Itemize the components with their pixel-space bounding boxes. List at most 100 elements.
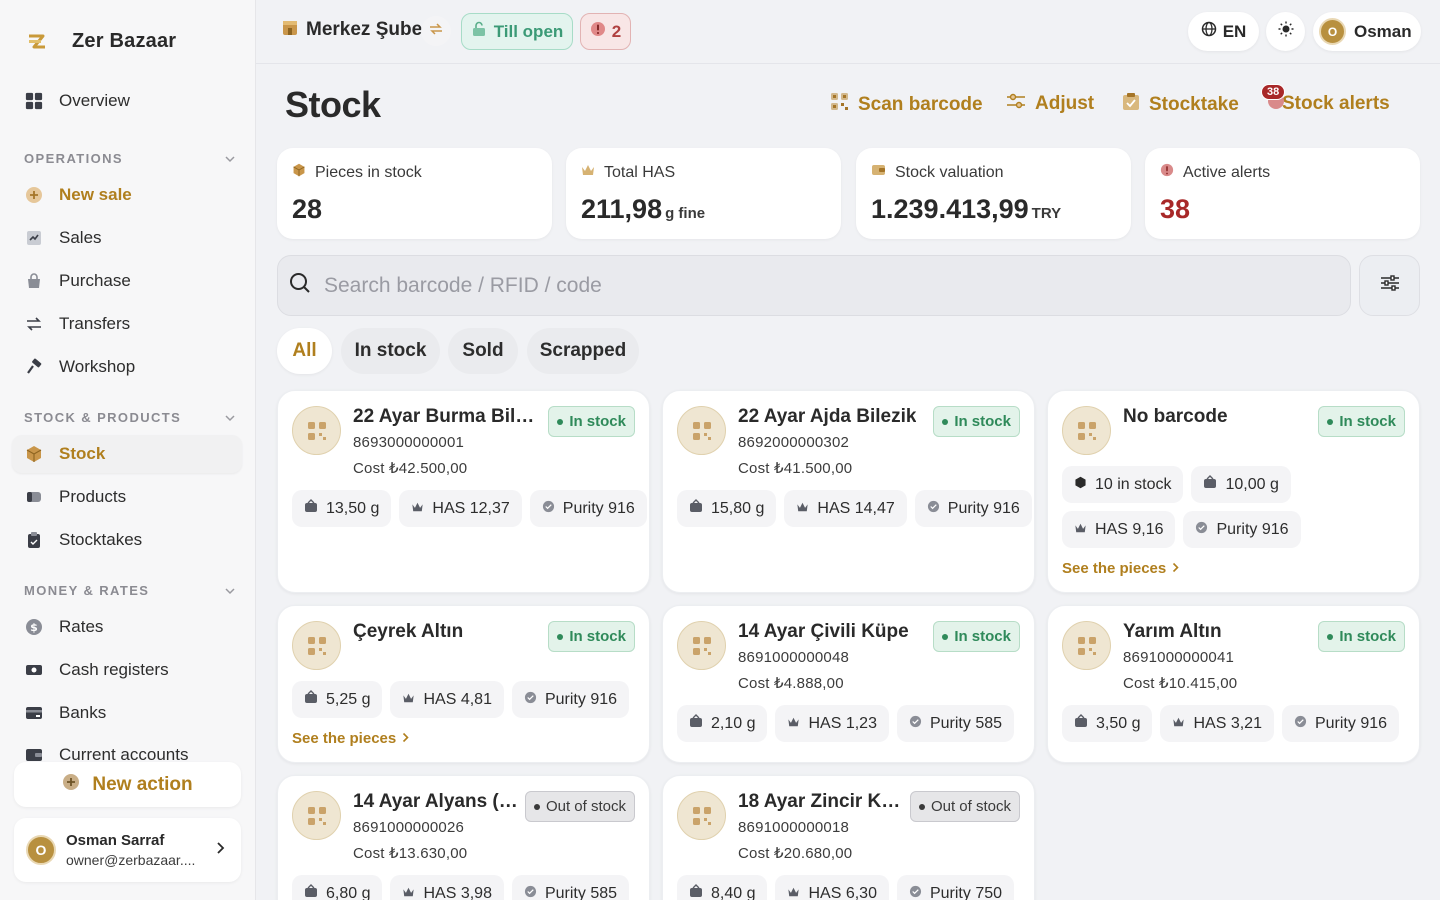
bank-card-icon xyxy=(25,704,43,722)
tab-sold[interactable]: Sold xyxy=(448,328,518,374)
product-title: 22 Ayar Ajda Bilezik xyxy=(738,406,917,427)
theme-toggle-button[interactable] xyxy=(1266,12,1305,51)
section-money-rates[interactable]: MONEY & RATES xyxy=(24,583,236,598)
section-operations[interactable]: OPERATIONS xyxy=(24,151,236,166)
sidebar: Zer Bazaar Overview OPERATIONS New sale … xyxy=(0,0,256,900)
see-pieces-label: See the pieces xyxy=(1062,560,1167,577)
search-input[interactable]: Search barcode / RFID / code xyxy=(277,255,1351,316)
till-status-button[interactable]: Till open xyxy=(461,13,573,50)
clipboard-check-icon xyxy=(1122,92,1140,117)
chip-label: HAS 3,21 xyxy=(1193,714,1262,732)
sidebar-item-products[interactable]: Products xyxy=(12,478,242,516)
adjust-button[interactable]: Adjust xyxy=(1006,92,1094,116)
stat-label: Total HAS xyxy=(604,163,676,181)
product-thumb-icon xyxy=(292,406,341,455)
status-badge: Out of stock xyxy=(524,791,635,822)
status-label: In stock xyxy=(1339,628,1396,645)
sidebar-item-sales[interactable]: Sales xyxy=(12,219,242,257)
product-card[interactable]: 18 Ayar Zincir Kol... Out of stock 86910… xyxy=(662,775,1035,900)
see-pieces-label: See the pieces xyxy=(292,730,397,747)
badge-icon xyxy=(927,500,940,518)
sidebar-item-stock[interactable]: Stock xyxy=(12,435,242,473)
status-badge: In stock xyxy=(933,406,1020,437)
alert-circle-icon xyxy=(590,21,606,42)
new-action-button[interactable]: New action xyxy=(14,762,241,807)
section-label: MONEY & RATES xyxy=(24,583,150,598)
sun-icon xyxy=(1278,21,1294,42)
product-barcode: 8693000000001 xyxy=(353,434,465,451)
chip-label: Purity 585 xyxy=(929,714,1003,732)
tab-all[interactable]: All xyxy=(277,328,332,374)
brand[interactable]: Zer Bazaar xyxy=(26,30,176,53)
switch-branch-button[interactable] xyxy=(421,16,451,46)
scale-icon xyxy=(304,884,318,900)
crown-icon xyxy=(402,885,415,900)
sidebar-item-cash-registers[interactable]: Cash registers xyxy=(12,651,242,689)
sidebar-item-rates[interactable]: $ Rates xyxy=(12,608,242,646)
has-chip: HAS 4,81 xyxy=(390,681,504,718)
store-icon xyxy=(282,18,298,42)
alert-count: 2 xyxy=(611,21,622,41)
user-card[interactable]: O Osman Sarraf owner@zerbazaar.... xyxy=(14,818,241,882)
clipboard-icon xyxy=(25,531,43,549)
dollar-coin-icon: $ xyxy=(25,618,43,636)
sidebar-item-label: New sale xyxy=(59,185,132,204)
scale-icon xyxy=(689,499,703,518)
tab-scrapped[interactable]: Scrapped xyxy=(527,328,639,374)
badge-icon xyxy=(1195,521,1208,539)
status-label: Out of stock xyxy=(545,798,626,815)
sidebar-item-overview[interactable]: Overview xyxy=(12,82,242,120)
see-pieces-link[interactable]: See the pieces xyxy=(292,730,409,747)
tab-in-stock[interactable]: In stock xyxy=(341,328,440,374)
purity-chip: Purity 916 xyxy=(511,681,630,718)
status-label: In stock xyxy=(954,628,1011,645)
product-card[interactable]: 22 Ayar Burma Bilezik In stock 869300000… xyxy=(277,390,650,593)
chip-label: 5,25 g xyxy=(326,690,371,708)
status-label: In stock xyxy=(569,628,626,645)
scan-barcode-button[interactable]: Scan barcode xyxy=(830,92,983,117)
alerts-button[interactable]: 2 xyxy=(580,13,631,50)
purity-chip: Purity 750 xyxy=(896,875,1015,900)
product-thumb-icon xyxy=(292,791,341,840)
sidebar-item-new-sale[interactable]: New sale xyxy=(12,176,242,214)
branch-selector[interactable]: Merkez Şube xyxy=(282,18,422,42)
product-card[interactable]: 14 Ayar Çivili Küpe In stock 86910000000… xyxy=(662,605,1035,763)
sidebar-item-purchase[interactable]: Purchase xyxy=(12,262,242,300)
see-pieces-link[interactable]: See the pieces xyxy=(1062,560,1179,577)
stocktake-button[interactable]: Stocktake xyxy=(1122,92,1239,117)
branch-name: Merkez Şube xyxy=(306,19,423,40)
brand-name: Zer Bazaar xyxy=(72,30,177,52)
product-card[interactable]: 14 Ayar Alyans (Ç... Out of stock 869100… xyxy=(277,775,650,900)
stat-value: 28 xyxy=(292,194,323,224)
chip-label: HAS 3,98 xyxy=(423,884,492,900)
stock-alerts-button[interactable]: 38 Stock alerts xyxy=(1261,84,1390,116)
product-card[interactable]: Çeyrek Altın In stock 5,25 g HAS 4,81 Pu… xyxy=(277,605,650,763)
crown-icon xyxy=(402,691,415,709)
scale-icon xyxy=(1074,714,1088,733)
purity-chip: Purity 916 xyxy=(914,490,1032,527)
stat-label: Active alerts xyxy=(1183,163,1271,181)
qr-code-icon xyxy=(830,92,849,117)
product-thumb-icon xyxy=(1062,621,1111,670)
product-card[interactable]: 22 Ayar Ajda Bilezik In stock 8692000000… xyxy=(662,390,1035,593)
sidebar-item-stocktakes[interactable]: Stocktakes xyxy=(12,521,242,559)
bag-icon xyxy=(25,272,43,290)
sidebar-item-workshop[interactable]: Workshop xyxy=(12,348,242,386)
product-title: 14 Ayar Alyans (Ç... xyxy=(353,791,518,812)
profile-button[interactable]: O Osman xyxy=(1313,12,1421,51)
chip-label: Purity 916 xyxy=(544,690,618,708)
sidebar-item-transfers[interactable]: Transfers xyxy=(12,305,242,343)
language-button[interactable]: EN xyxy=(1188,12,1259,51)
crown-icon xyxy=(796,500,809,518)
filter-button[interactable] xyxy=(1359,255,1420,316)
chip-label: 10,00 g xyxy=(1225,475,1279,493)
section-stock-products[interactable]: STOCK & PRODUCTS xyxy=(24,410,236,425)
product-card[interactable]: Yarım Altın In stock 8691000000041 Cost … xyxy=(1047,605,1420,763)
weight-chip: 13,50 g xyxy=(292,490,392,527)
unlock-icon xyxy=(471,21,487,42)
status-badge: In stock xyxy=(933,621,1020,652)
sidebar-item-label: Sales xyxy=(59,228,102,247)
product-card[interactable]: No barcode In stock 10 in stock 10,00 g … xyxy=(1047,390,1420,593)
sidebar-item-banks[interactable]: Banks xyxy=(12,694,242,732)
status-label: In stock xyxy=(954,413,1011,430)
